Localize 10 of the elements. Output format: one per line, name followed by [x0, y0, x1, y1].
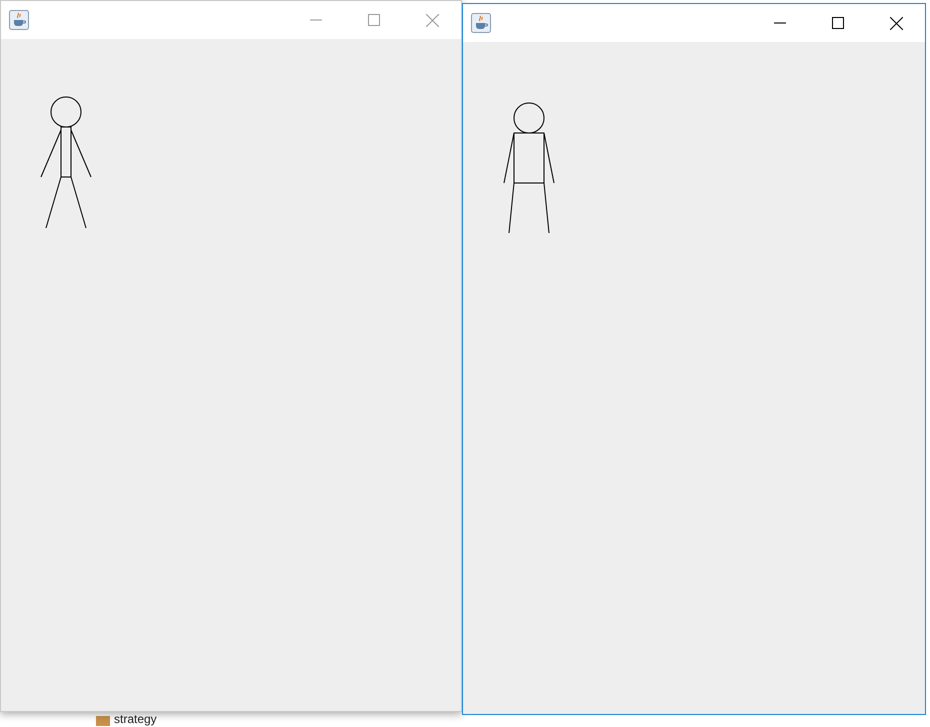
package-icon: [96, 714, 110, 726]
maximize-icon: [368, 14, 380, 26]
minimize-icon: [310, 19, 322, 21]
close-icon: [890, 16, 902, 30]
maximize-icon: [832, 17, 844, 29]
close-icon: [426, 14, 438, 26]
minimize-icon: [774, 22, 786, 24]
cup-icon: [471, 13, 491, 33]
cup-icon: [9, 10, 29, 30]
tree-item[interactable]: strategy: [114, 712, 157, 727]
